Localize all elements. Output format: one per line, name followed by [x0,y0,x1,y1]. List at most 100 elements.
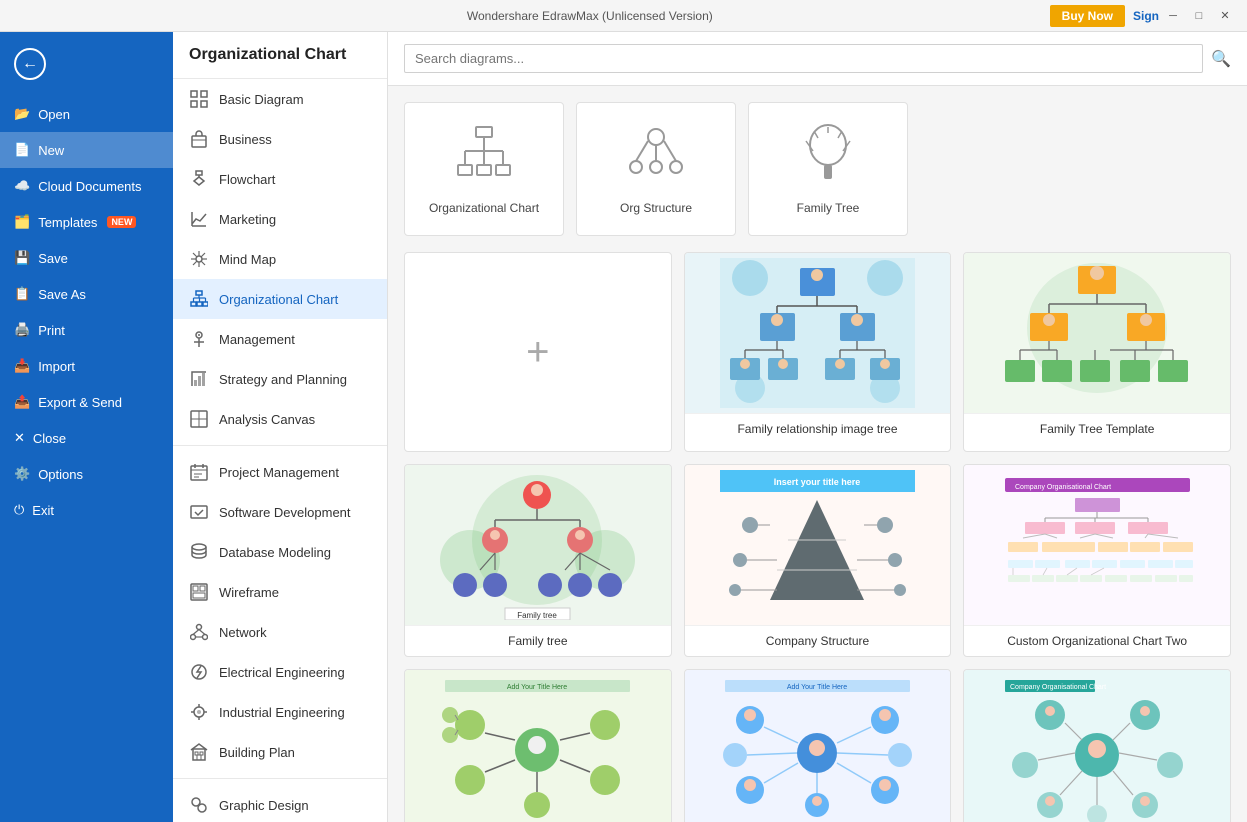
template-family-tree2[interactable]: Family tree Family tree [404,464,672,657]
cat-management-label: Management [219,332,295,347]
strategy-icon [189,369,209,389]
org-chart-quick-label: Organizational Chart [429,201,539,215]
cat-marketing[interactable]: Marketing [173,199,387,239]
template-family-rel-img [685,253,951,413]
quick-org-chart[interactable]: Organizational Chart [404,102,564,236]
cat-basic-label: Basic Diagram [219,92,304,107]
template-company-org[interactable]: Company Organisational Chart [963,669,1231,822]
cat-basic-diagram[interactable]: Basic Diagram [173,79,387,119]
cat-strategy[interactable]: Strategy and Planning [173,359,387,399]
svg-text:Family tree: Family tree [518,611,558,620]
maximize-button[interactable]: □ [1187,7,1211,25]
sidebar-item-save[interactable]: 💾 Save [0,240,173,276]
template-company-struct[interactable]: Insert your title here [684,464,952,657]
family-tree-quick-label: Family Tree [797,201,860,215]
template-custom-org-label: Custom Organizational Chart Two [964,625,1230,656]
cat-building[interactable]: Building Plan [173,732,387,772]
minimize-button[interactable]: ─ [1161,7,1185,25]
exit-icon: ⏻ [14,502,24,518]
new-icon: 📄 [14,142,30,158]
new-blank-card[interactable]: + [404,252,672,452]
sidebar-item-templates[interactable]: 🗂️ Templates NEW [0,204,173,240]
plus-icon: + [526,330,549,375]
sidebar-label-cloud: Cloud Documents [38,179,141,194]
cat-industrial[interactable]: Industrial Engineering [173,692,387,732]
import-icon: 📥 [14,358,30,374]
sidebar-label-import: Import [38,359,75,374]
sign-button[interactable]: Sign [1133,9,1159,23]
cat-mindmap[interactable]: Mind Map [173,239,387,279]
cat-management[interactable]: Management [173,319,387,359]
open-icon: 📂 [14,106,30,122]
cat-business-label: Business [219,132,272,147]
electrical-icon [189,662,209,682]
window-controls: Buy Now Sign ─ □ ✕ [1050,5,1237,27]
template-network-org[interactable]: Add Your Title Here [684,669,952,822]
sidebar-item-new[interactable]: 📄 New [0,132,173,168]
template-family-rel-label: Family relationship image tree [685,413,951,444]
sidebar-item-cloud[interactable]: ☁️ Cloud Documents [0,168,173,204]
category-panel: Organizational Chart Basic Diagram Busin… [173,32,388,822]
sidebar-item-exit[interactable]: ⏻ Exit [0,492,173,528]
cat-analysis-label: Analysis Canvas [219,412,315,427]
sidebar-item-open[interactable]: 📂 Open [0,96,173,132]
cat-database-label: Database Modeling [219,545,331,560]
cat-strategy-label: Strategy and Planning [219,372,347,387]
svg-text:Add Your Title Here: Add Your Title Here [507,684,567,691]
sidebar-label-save: Save [38,251,68,266]
template-family-rel[interactable]: Family relationship image tree [684,252,952,452]
management-icon [189,329,209,349]
search-input[interactable] [404,44,1203,73]
cat-analysis[interactable]: Analysis Canvas [173,399,387,439]
quick-org-structure[interactable]: Org Structure [576,102,736,236]
software-icon [189,502,209,522]
mindmap-icon [189,249,209,269]
cat-orgchart-label: Organizational Chart [219,292,338,307]
close-icon: ✕ [14,430,25,446]
close-window-button[interactable]: ✕ [1213,7,1237,25]
search-button[interactable]: 🔍 [1211,49,1231,69]
database-icon [189,542,209,562]
cat-software[interactable]: Software Development [173,492,387,532]
sidebar-item-import[interactable]: 📥 Import [0,348,173,384]
template-family-tree-tmpl[interactable]: Family Tree Template [963,252,1231,452]
sidebar-item-print[interactable]: 🖨️ Print [0,312,173,348]
save-icon: 💾 [14,250,30,266]
sidebar-item-saveas[interactable]: 📋 Save As [0,276,173,312]
building-icon [189,742,209,762]
cat-project[interactable]: Project Management [173,452,387,492]
cat-electrical[interactable]: Electrical Engineering [173,652,387,692]
cat-wireframe[interactable]: Wireframe [173,572,387,612]
cat-industrial-label: Industrial Engineering [219,705,345,720]
new-badge: NEW [107,216,136,228]
cat-database[interactable]: Database Modeling [173,532,387,572]
flowchart-icon [189,169,209,189]
cat-business[interactable]: Business [173,119,387,159]
sidebar-item-options[interactable]: ⚙️ Options [0,456,173,492]
app-body: ← 📂 Open 📄 New ☁️ Cloud Documents 🗂️ Tem… [0,32,1247,822]
svg-text:Company Organisational Chart: Company Organisational Chart [1010,684,1106,691]
cat-network[interactable]: Network [173,612,387,652]
back-button[interactable]: ← [0,32,173,96]
org-structure-quick-label: Org Structure [620,201,692,215]
template-custom-org[interactable]: Company Organisational Chart [963,464,1231,657]
org-chart-quick-icon [454,123,514,193]
category-list: Basic Diagram Business Flowchart Marketi… [173,79,387,822]
quick-family-tree[interactable]: Family Tree [748,102,908,236]
template-bubble1[interactable]: Add Your Title Here [404,669,672,822]
sidebar-label-close: Close [33,431,66,446]
sidebar-item-close[interactable]: ✕ Close [0,420,173,456]
sidebar-item-export[interactable]: 📤 Export & Send [0,384,173,420]
basic-diagram-icon [189,89,209,109]
templates-icon: 🗂️ [14,214,30,230]
template-company-org-img: Company Organisational Chart [964,670,1230,822]
saveas-icon: 📋 [14,286,30,302]
cat-flowchart[interactable]: Flowchart [173,159,387,199]
cat-orgchart[interactable]: Organizational Chart [173,279,387,319]
sidebar-label-open: Open [38,107,70,122]
buy-now-button[interactable]: Buy Now [1050,5,1125,27]
network-icon [189,622,209,642]
cat-graphic[interactable]: Graphic Design [173,785,387,822]
family-tree-quick-icon [798,123,858,193]
title-bar: Wondershare EdrawMax (Unlicensed Version… [0,0,1247,32]
